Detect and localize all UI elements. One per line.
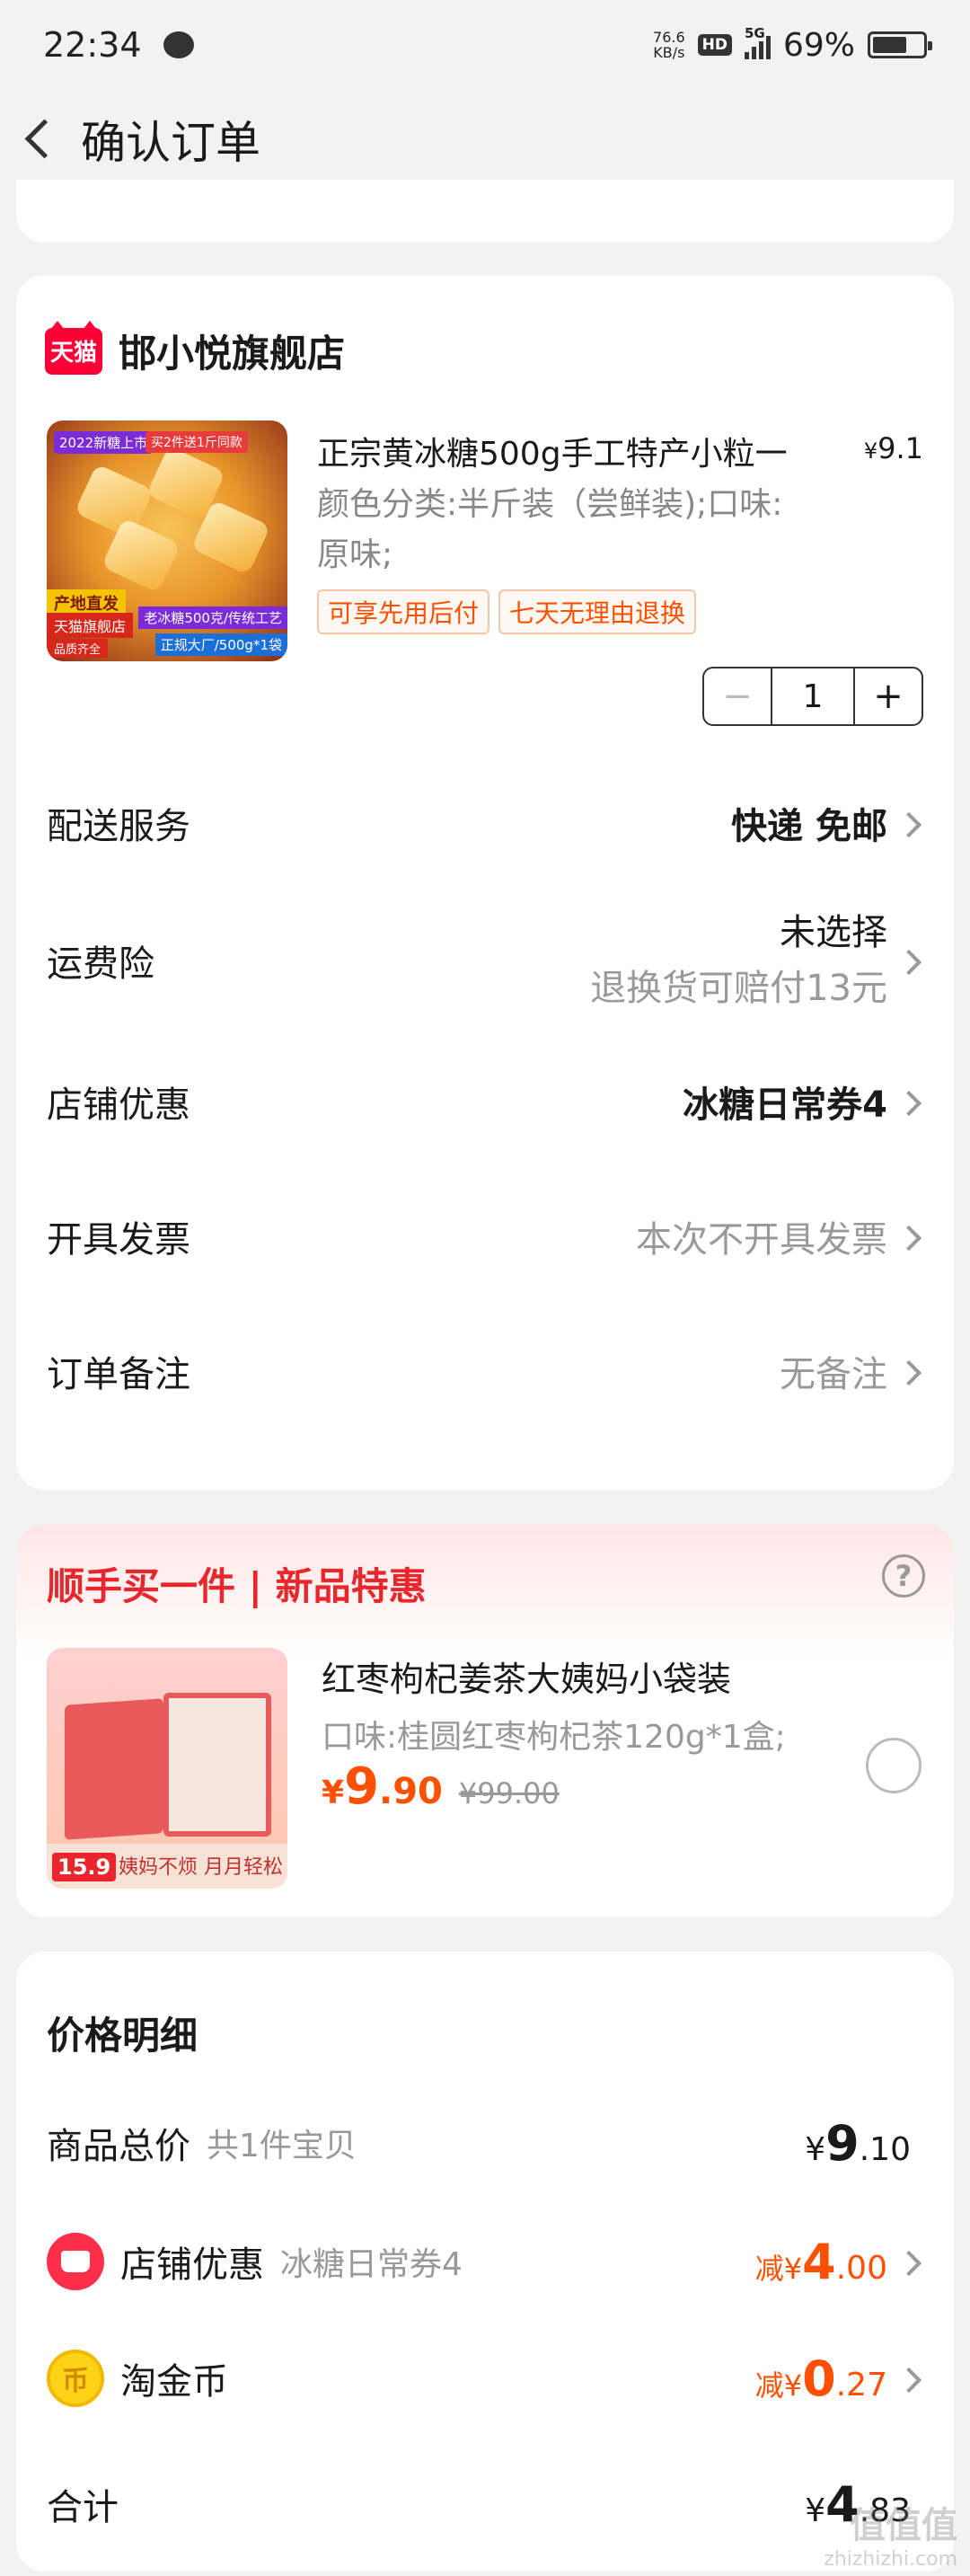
price-detail-card: 价格明细 商品总价 共1件宝贝 ¥ 9 .10 店铺优惠 冰糖日常券4 减¥ 4… xyxy=(16,1952,954,2572)
row-order-note[interactable]: 订单备注 无备注 xyxy=(47,1344,923,1398)
row-taobao-coin[interactable]: 币 淘金币 减¥ 0 .27 xyxy=(47,2347,923,2410)
back-icon[interactable] xyxy=(20,112,63,166)
watermark: 值值值 zhizhizhi.com xyxy=(824,2505,957,2571)
chevron-right-icon xyxy=(898,1224,923,1249)
product-title[interactable]: 正宗黄冰糖500g手工特产小粒一 xyxy=(317,428,856,474)
row-shop-discount[interactable]: 店铺优惠 冰糖日常券4 xyxy=(47,1075,923,1129)
chevron-right-icon xyxy=(898,2366,923,2391)
battery-icon xyxy=(868,31,932,58)
shop-header[interactable]: 天猫 邯小悦旗舰店 xyxy=(45,320,346,378)
status-right: 76.6 KB/s HD 5G 69% xyxy=(653,25,932,64)
row-delivery[interactable]: 配送服务 快递 免邮 xyxy=(47,796,923,850)
status-time: 22:34 xyxy=(43,25,142,65)
quantity-value[interactable]: 1 xyxy=(771,668,855,724)
row-grand-total: 合计 ¥ 4 .83 xyxy=(47,2475,911,2533)
chevron-right-icon xyxy=(898,948,923,973)
promo-product-image[interactable]: 15.9 姨妈不烦 月月轻松 xyxy=(47,1648,287,1889)
promo-title: 顺手买一件 | 新品特惠 xyxy=(47,1564,427,1608)
help-icon[interactable]: ? xyxy=(882,1554,925,1598)
page-header: 确认订单 xyxy=(0,99,970,180)
chevron-right-icon xyxy=(898,810,923,836)
decrease-button[interactable]: − xyxy=(704,668,771,724)
promo-card: 顺手买一件 | 新品特惠 ? 15.9 姨妈不烦 月月轻松 红枣枸杞姜茶大姨妈小… xyxy=(16,1524,954,1917)
chevron-right-icon xyxy=(898,2249,923,2274)
signal-icon: 5G xyxy=(744,25,771,59)
tmall-logo-icon: 天猫 xyxy=(45,320,102,375)
shop-discount-icon xyxy=(47,2233,104,2290)
tag-seven-day-return: 七天无理由退换 xyxy=(498,589,697,634)
row-invoice[interactable]: 开具发票 本次不开具发票 xyxy=(47,1209,923,1263)
wechat-icon xyxy=(163,31,194,58)
coin-icon: 币 xyxy=(47,2350,104,2407)
price-detail-title: 价格明细 xyxy=(47,2014,198,2058)
shop-card: 天猫 邯小悦旗舰店 2022新糖上市 买2件送1斤同款 产地直发 天猫旗舰店 品… xyxy=(16,275,954,1490)
page-title: 确认订单 xyxy=(81,117,260,169)
promo-product-spec: 口味:桂圆红枣枸杞茶120g*1盒; xyxy=(322,1719,786,1756)
promo-old-price: ¥99.00 xyxy=(458,1776,560,1810)
product-tags: 可享先用后付 七天无理由退换 xyxy=(317,589,697,634)
promo-select-radio[interactable] xyxy=(866,1738,922,1793)
row-shop-discount-detail[interactable]: 店铺优惠 冰糖日常券4 减¥ 4 .00 xyxy=(47,2230,923,2293)
product-image[interactable]: 2022新糖上市 买2件送1斤同款 产地直发 天猫旗舰店 品质齐全 老冰糖500… xyxy=(47,420,287,661)
network-speed: 76.6 KB/s xyxy=(653,29,685,61)
tag-pay-later: 可享先用后付 xyxy=(317,589,490,634)
chevron-right-icon xyxy=(898,1359,923,1384)
row-total-price: 商品总价 共1件宝贝 ¥ 9 .10 xyxy=(47,2114,911,2172)
product-spec[interactable]: 颜色分类:半斤装（尝鲜装);口味:原味; xyxy=(317,480,784,580)
row-shipping-insurance[interactable]: 运费险 未选择 退换货可赔付13元 xyxy=(47,902,923,1019)
shop-name: 邯小悦旗舰店 xyxy=(119,332,346,376)
quantity-stepper: − 1 + xyxy=(702,667,923,726)
battery-percent: 69% xyxy=(782,26,855,64)
promo-price: ¥ 9 .90 ¥99.00 xyxy=(322,1757,560,1816)
chevron-right-icon xyxy=(898,1089,923,1114)
product-price: ¥9.1 xyxy=(863,431,923,465)
promo-product-title[interactable]: 红枣枸杞姜茶大姨妈小袋装 xyxy=(322,1651,731,1701)
status-bar: 22:34 76.6 KB/s HD 5G 69% xyxy=(0,0,970,90)
address-card-bottom xyxy=(16,180,954,243)
increase-button[interactable]: + xyxy=(855,668,922,724)
hd-icon: HD xyxy=(697,34,732,56)
